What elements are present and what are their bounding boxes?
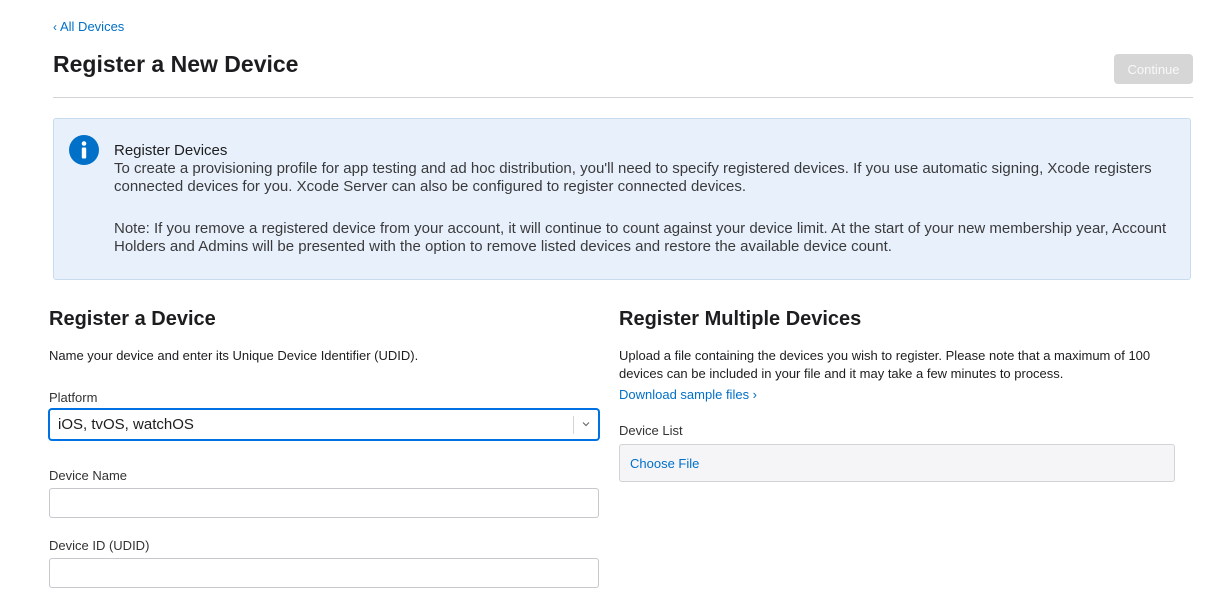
platform-label: Platform	[49, 390, 98, 405]
register-device-title: Register a Device	[49, 308, 216, 330]
platform-selected-value: iOS, tvOS, watchOS	[58, 416, 194, 433]
register-multiple-description: Upload a file containing the devices you…	[619, 348, 1151, 381]
info-note: Note: If you remove a registered device …	[114, 220, 1167, 255]
device-list-label: Device List	[619, 423, 683, 438]
register-device-description: Name your device and enter its Unique De…	[49, 348, 419, 363]
device-id-label: Device ID (UDID)	[49, 538, 150, 553]
choose-file-button[interactable]: Choose File	[630, 456, 699, 472]
info-panel: Register Devices To create a provisionin…	[53, 118, 1191, 280]
device-name-input[interactable]	[49, 488, 599, 518]
info-heading: Register Devices	[114, 142, 228, 159]
title-divider	[53, 97, 1193, 98]
device-id-input[interactable]	[49, 558, 599, 588]
register-multiple-title: Register Multiple Devices	[619, 308, 862, 330]
info-text: Register Devices To create a provisionin…	[114, 142, 1179, 256]
continue-button[interactable]: Continue	[1114, 54, 1193, 84]
select-divider	[573, 416, 574, 434]
info-circle-icon	[69, 135, 99, 165]
device-name-label: Device Name	[49, 468, 128, 483]
chevron-left-icon: ‹	[53, 20, 57, 34]
device-list-file-picker[interactable]: Choose File	[619, 444, 1175, 482]
chevron-down-icon	[582, 422, 590, 427]
download-sample-files-link[interactable]: Download sample files ›	[619, 386, 757, 404]
platform-select[interactable]: iOS, tvOS, watchOS	[49, 409, 599, 440]
register-device-page: ‹ All Devices Register a New Device Conti…	[0, 0, 1210, 597]
back-link-label: All Devices	[60, 19, 125, 34]
info-body: To create a provisioning profile for app…	[114, 160, 1152, 195]
page-title: Register a New Device	[53, 51, 299, 77]
back-to-all-devices-link[interactable]: ‹ All Devices	[53, 18, 124, 36]
